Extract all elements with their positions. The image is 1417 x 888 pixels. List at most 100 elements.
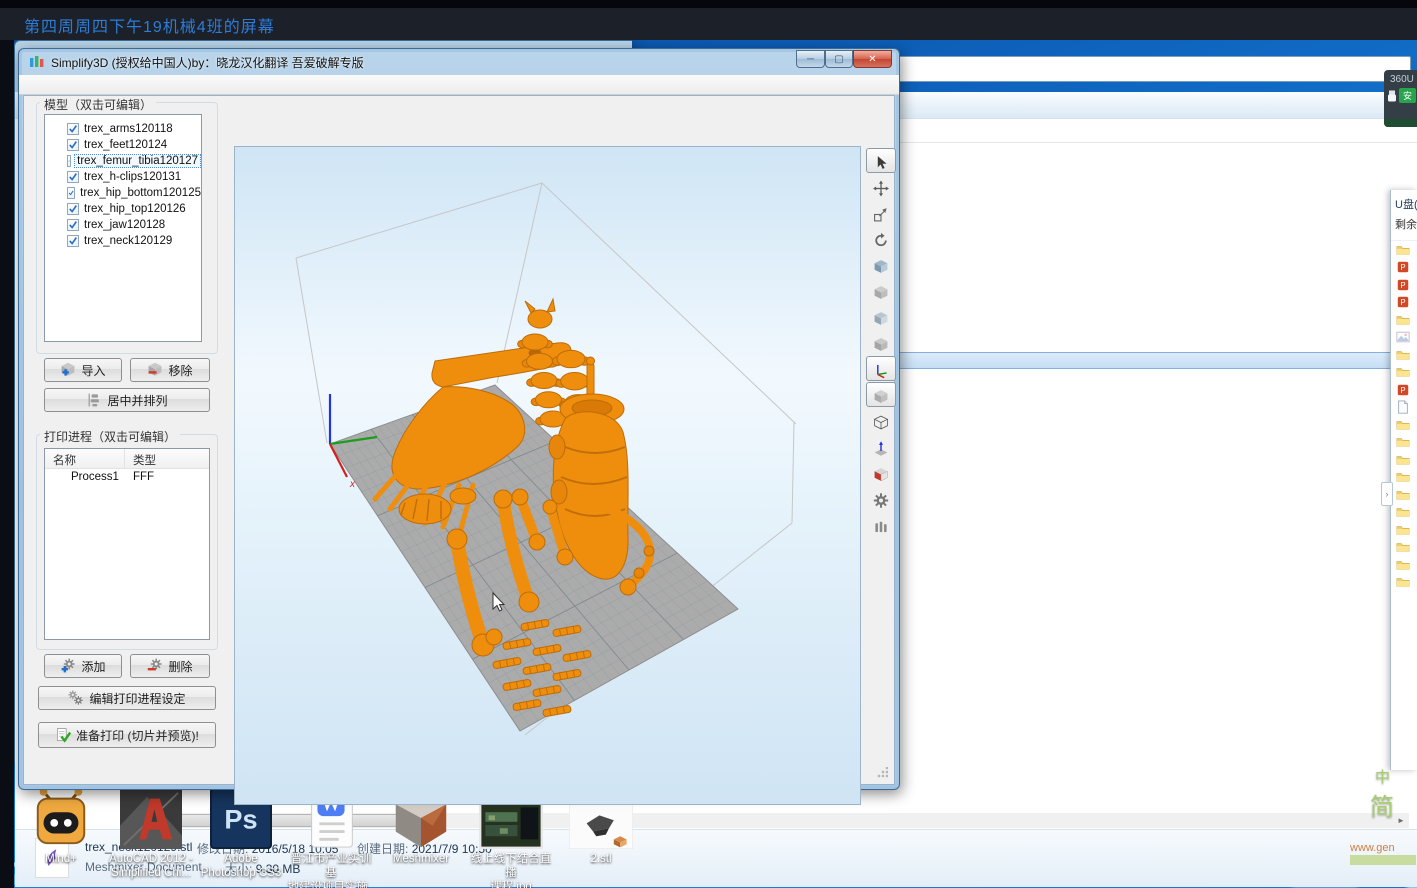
model-list-item[interactable]: trex_hip_top120126	[45, 201, 201, 217]
strip-item[interactable]	[1391, 346, 1417, 364]
maximize-button[interactable]: ▢	[825, 50, 853, 68]
desktop-icon[interactable]: Mind+	[16, 787, 106, 888]
model-label[interactable]: trex_jaw120128	[84, 219, 165, 231]
build-scene[interactable]: x	[235, 147, 861, 805]
strip-item[interactable]: P	[1391, 294, 1417, 312]
strip-item[interactable]	[1391, 451, 1417, 469]
process-table[interactable]: 名称 类型 Process1 FFF	[44, 448, 210, 640]
strip-item[interactable]	[1391, 469, 1417, 487]
model-list-item[interactable]: trex_feet120124	[45, 137, 201, 153]
widget-360-usb[interactable]: 360U 安	[1384, 70, 1417, 127]
model-checkbox[interactable]	[67, 171, 79, 183]
strip-drive-header: U盘(E	[1391, 190, 1417, 214]
add-process-button[interactable]: 添加	[44, 654, 122, 678]
menu-item[interactable]	[67, 83, 85, 87]
model-label[interactable]: trex_femur_tibia120127	[74, 154, 201, 168]
model-list-item[interactable]: trex_femur_tibia120127	[45, 153, 201, 169]
strip-item[interactable]	[1391, 311, 1417, 329]
strip-item[interactable]: P	[1391, 276, 1417, 294]
strip-item[interactable]: P	[1391, 259, 1417, 277]
strip-item[interactable]	[1391, 504, 1417, 522]
view-tool-button[interactable]	[866, 174, 896, 199]
center-arrange-button[interactable]: 居中并排列	[44, 388, 210, 412]
menu-item[interactable]	[27, 83, 45, 87]
model-checkbox[interactable]	[67, 219, 79, 231]
windows-desktop[interactable]: 360U 安 王龙骨架 搜索 霸	[14, 40, 1417, 888]
view-tool-button[interactable]	[866, 330, 896, 355]
model-label[interactable]: trex_hip_bottom120125	[80, 187, 201, 199]
print-ready-icon	[55, 727, 71, 743]
folder-icon	[1396, 470, 1410, 484]
view-tool-button[interactable]	[866, 278, 896, 303]
model-list-item[interactable]: trex_h-clips120131	[45, 169, 201, 185]
model-list-item[interactable]: trex_jaw120128	[45, 217, 201, 233]
model-list-item[interactable]: trex_neck120129	[45, 233, 201, 249]
resize-grip[interactable]	[876, 767, 888, 779]
strip-item[interactable]	[1391, 574, 1417, 592]
menu-item[interactable]	[167, 83, 185, 87]
strip-item[interactable]	[1391, 241, 1417, 259]
model-checkbox[interactable]	[67, 123, 79, 135]
model-label[interactable]: trex_arms120118	[84, 123, 173, 135]
simplify3d-window[interactable]: Simplify3D (授权给中国人)by：晓龙汉化翻译 吾爱破解专版 ─ ▢ …	[18, 48, 900, 790]
strip-item[interactable]	[1391, 364, 1417, 382]
strip-item[interactable]	[1391, 416, 1417, 434]
delete-process-button[interactable]: 删除	[130, 654, 210, 678]
remove-button[interactable]: 移除	[130, 358, 210, 382]
model-checkbox[interactable]	[67, 155, 71, 167]
menu-item[interactable]	[47, 83, 65, 87]
strip-item[interactable]	[1391, 399, 1417, 417]
close-button[interactable]: ✕	[853, 50, 892, 68]
model-label[interactable]: trex_hip_top120126	[84, 203, 186, 215]
model-checkbox[interactable]	[67, 187, 75, 199]
viewport-3d[interactable]: x	[234, 146, 861, 805]
view-tool-button[interactable]	[866, 200, 896, 225]
strip-item[interactable]	[1391, 486, 1417, 504]
view-tool-button[interactable]	[866, 434, 896, 459]
strip-item[interactable]	[1391, 434, 1417, 452]
ppt-file-icon: P	[1396, 260, 1410, 274]
menu-item[interactable]	[87, 83, 105, 87]
strip-item[interactable]	[1391, 329, 1417, 347]
nav-expander-chevron[interactable]: ›	[1381, 482, 1393, 506]
model-label[interactable]: trex_feet120124	[84, 139, 167, 151]
model-checkbox[interactable]	[67, 139, 79, 151]
view-tool-button[interactable]	[866, 460, 896, 485]
view-tool-button[interactable]	[866, 408, 896, 433]
view-tool-button[interactable]	[866, 486, 896, 511]
menu-item[interactable]	[107, 83, 125, 87]
strip-item[interactable]	[1391, 539, 1417, 557]
desktop-icon[interactable]: AutoCAD 2012 -Simplified Chi...	[106, 787, 196, 888]
strip-item[interactable]	[1391, 556, 1417, 574]
view-tool-button[interactable]	[866, 304, 896, 329]
scroll-right-arrow[interactable]: ►	[1393, 813, 1409, 828]
model-list-item[interactable]: trex_arms120118	[45, 121, 201, 137]
menu-item[interactable]	[127, 83, 145, 87]
edit-process-button[interactable]: 编辑打印进程设定	[38, 686, 216, 710]
process-table-header[interactable]: 名称 类型	[45, 449, 209, 469]
view-tool-button[interactable]	[866, 356, 896, 381]
view-tool-button[interactable]	[866, 226, 896, 251]
model-label[interactable]: trex_h-clips120131	[84, 171, 181, 183]
process-row[interactable]: Process1 FFF	[45, 469, 209, 487]
minimize-button[interactable]: ─	[796, 50, 825, 68]
model-list-item[interactable]: trex_hip_bottom120125	[45, 185, 201, 201]
menu-item[interactable]	[187, 83, 205, 87]
menu-item[interactable]	[147, 83, 165, 87]
view-tool-button[interactable]	[866, 382, 896, 407]
title-bar[interactable]: Simplify3D (授权给中国人)by：晓龙汉化翻译 吾爱破解专版	[19, 49, 899, 75]
widget-360-safe-badge[interactable]: 安	[1399, 88, 1416, 103]
strip-item[interactable]: P	[1391, 381, 1417, 399]
strip-item[interactable]	[1391, 521, 1417, 539]
view-tool-button[interactable]	[866, 148, 896, 173]
model-list[interactable]: trex_arms120118 trex_feet120124 trex_fem…	[44, 114, 202, 342]
model-checkbox[interactable]	[67, 203, 79, 215]
prepare-print-button[interactable]: 准备打印 (切片并预览)!	[38, 722, 216, 748]
view-tool-button[interactable]	[866, 512, 896, 537]
model-label[interactable]: trex_neck120129	[84, 235, 172, 247]
background-window-strip[interactable]: U盘(E 剩余空 P P P P ›	[1390, 190, 1417, 770]
ime-indicator[interactable]: 中 简	[1370, 766, 1394, 822]
view-tool-button[interactable]	[866, 252, 896, 277]
model-checkbox[interactable]	[67, 235, 79, 247]
import-button[interactable]: 导入	[44, 358, 122, 382]
